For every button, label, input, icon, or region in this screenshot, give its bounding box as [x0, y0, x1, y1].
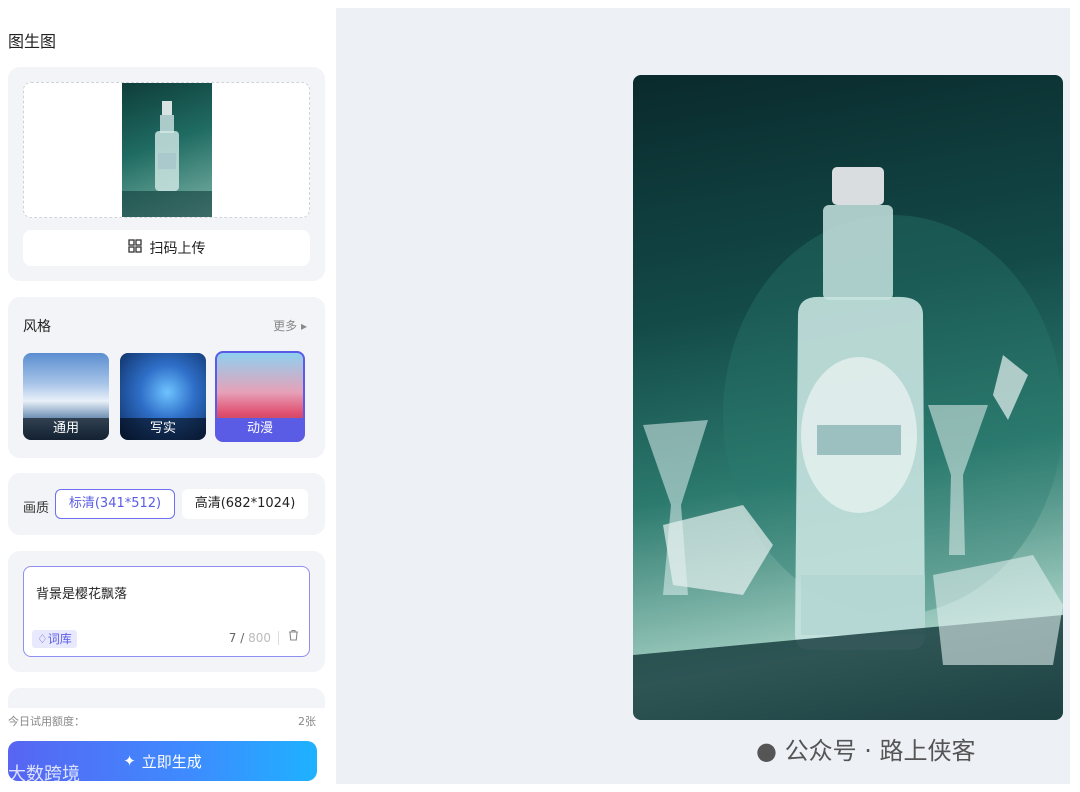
- style-option-general[interactable]: 通用: [23, 353, 109, 440]
- page-title: 图生图: [8, 32, 57, 51]
- wechat-icon: ●: [756, 737, 777, 765]
- style-section-label: 风格: [23, 319, 51, 335]
- style-option-label: 通用: [23, 418, 109, 440]
- quota-label: 今日试用额度：: [8, 715, 85, 728]
- lexicon-label: 词库: [47, 632, 72, 646]
- watermark-right-text: 公众号 · 路上侠客: [784, 737, 976, 765]
- char-max: 800: [248, 631, 271, 645]
- lexicon-button[interactable]: ♢词库: [32, 630, 77, 648]
- prompt-input[interactable]: 背景是樱花飘落 ♢词库 7 / 800: [23, 566, 310, 657]
- watermark-left: 大数跨境: [8, 764, 80, 785]
- qr-code-icon: [127, 239, 142, 257]
- caret-right-icon: ▸: [300, 319, 307, 333]
- bottle-product-graphic: [633, 167, 1063, 720]
- preview-canvas: ● 公众号 · 路上侠客: [336, 8, 1070, 784]
- quota-value: 2张: [298, 715, 316, 728]
- generated-image: [633, 75, 1063, 720]
- scan-upload-button[interactable]: 扫码上传: [23, 230, 310, 266]
- style-more-link[interactable]: 更多 ▸: [273, 317, 307, 334]
- style-more-label: 更多: [273, 319, 298, 333]
- char-count: 7: [228, 631, 237, 645]
- char-count-separator: /: [240, 631, 245, 645]
- upload-card: 扫码上传: [8, 67, 325, 281]
- upload-dropzone[interactable]: [23, 82, 310, 218]
- uploaded-image-thumbnail: [122, 83, 212, 217]
- left-panel: 图生图 扫码上传 风格 更多 ▸ 通用 写实 动漫 画质 标清(341*512)…: [0, 0, 336, 792]
- style-option-label: 写实: [120, 418, 206, 440]
- quality-section-label: 画质: [23, 501, 50, 516]
- quality-option-standard[interactable]: 标清(341*512): [55, 489, 175, 519]
- divider: [278, 631, 279, 645]
- prompt-card: 背景是樱花飘落 ♢词库 7 / 800: [8, 551, 325, 672]
- style-option-anime[interactable]: 动漫: [215, 351, 305, 442]
- next-card-peek: [8, 688, 325, 708]
- sparkle-icon: ✦: [123, 752, 136, 770]
- bulb-icon: ♢: [37, 632, 48, 646]
- quality-card: 画质 标清(341*512) 高清(682*1024): [8, 473, 325, 535]
- watermark-right: ● 公众号 · 路上侠客: [756, 731, 975, 766]
- generate-label: 立即生成: [141, 752, 202, 771]
- style-option-realistic[interactable]: 写实: [120, 353, 206, 440]
- quality-option-hd[interactable]: 高清(682*1024): [182, 489, 308, 519]
- char-counter: 7 / 800: [229, 631, 271, 645]
- scan-upload-label: 扫码上传: [149, 241, 206, 257]
- trash-icon[interactable]: [288, 629, 299, 645]
- style-card: 风格 更多 ▸ 通用 写实 动漫: [8, 297, 325, 458]
- bottle-thumbnail-graphic: [122, 101, 212, 217]
- style-option-label: 动漫: [217, 418, 303, 440]
- prompt-text: 背景是樱花飘落: [36, 587, 128, 602]
